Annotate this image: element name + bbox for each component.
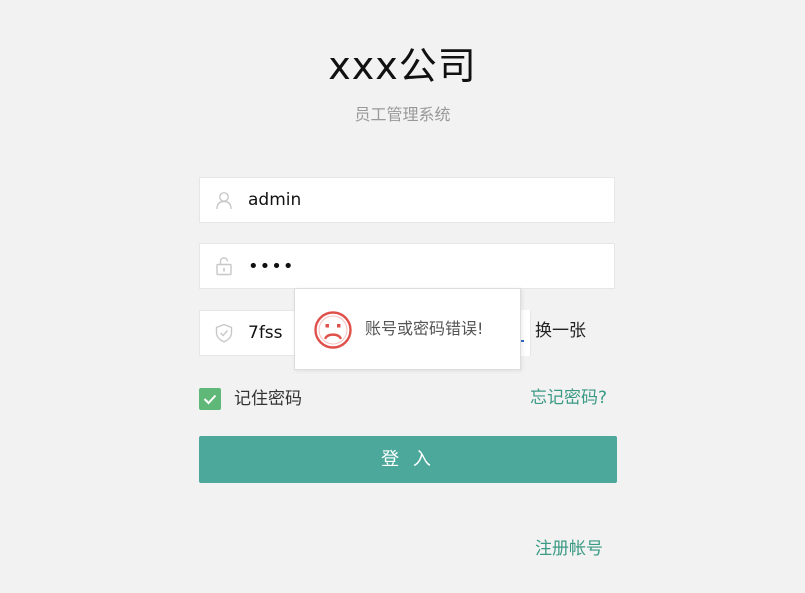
error-popup: 账号或密码错误! bbox=[294, 288, 521, 370]
shield-icon bbox=[214, 323, 234, 343]
page-subtitle: 员工管理系统 bbox=[354, 105, 451, 124]
username-field-box bbox=[199, 177, 615, 223]
error-message: 账号或密码错误! bbox=[365, 319, 484, 338]
unlock-icon bbox=[214, 256, 234, 276]
check-icon bbox=[203, 394, 217, 405]
register-link[interactable]: 注册帐号 bbox=[535, 537, 603, 561]
remember-checkbox[interactable] bbox=[199, 388, 221, 410]
sad-face-icon bbox=[313, 310, 353, 350]
forgot-password-link[interactable]: 忘记密码? bbox=[530, 386, 607, 410]
remember-label: 记住密码 bbox=[234, 389, 302, 409]
page-title: xxx公司 bbox=[328, 44, 477, 88]
password-input[interactable] bbox=[248, 244, 598, 288]
user-icon bbox=[214, 190, 234, 210]
password-field-box bbox=[199, 243, 615, 289]
refresh-captcha-link[interactable]: 换一张 bbox=[535, 318, 586, 344]
username-input[interactable] bbox=[248, 178, 598, 222]
login-button[interactable]: 登 入 bbox=[199, 436, 617, 483]
